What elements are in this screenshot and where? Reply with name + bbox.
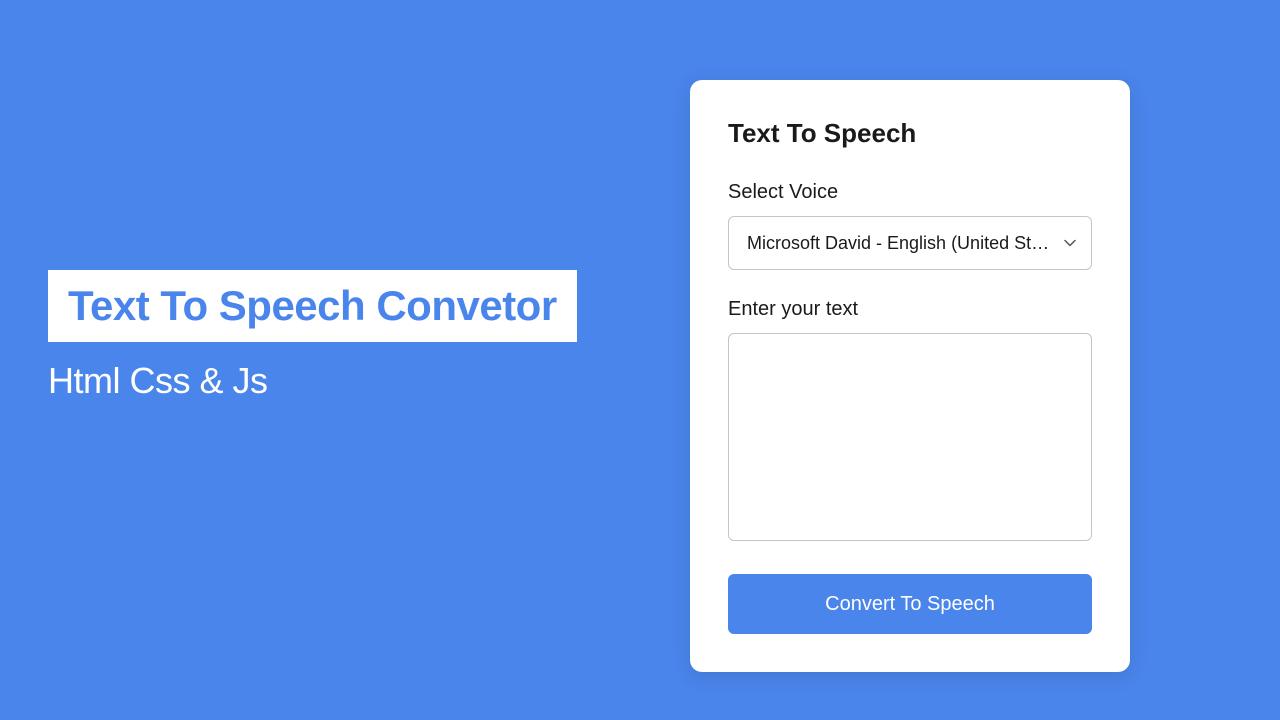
voice-select[interactable]: Microsoft David - English (United States… <box>728 216 1092 270</box>
convert-button[interactable]: Convert To Speech <box>728 574 1092 634</box>
hero-title: Text To Speech Convetor <box>68 282 557 330</box>
hero-subtitle: Html Css & Js <box>48 360 577 402</box>
card-title: Text To Speech <box>728 118 1092 149</box>
hero-section: Text To Speech Convetor Html Css & Js <box>48 270 577 402</box>
voice-select-wrapper: Microsoft David - English (United States… <box>728 216 1092 270</box>
tts-card: Text To Speech Select Voice Microsoft Da… <box>690 80 1130 672</box>
hero-title-box: Text To Speech Convetor <box>48 270 577 342</box>
voice-label: Select Voice <box>728 181 1092 204</box>
text-input[interactable] <box>728 333 1092 541</box>
text-label: Enter your text <box>728 298 1092 321</box>
